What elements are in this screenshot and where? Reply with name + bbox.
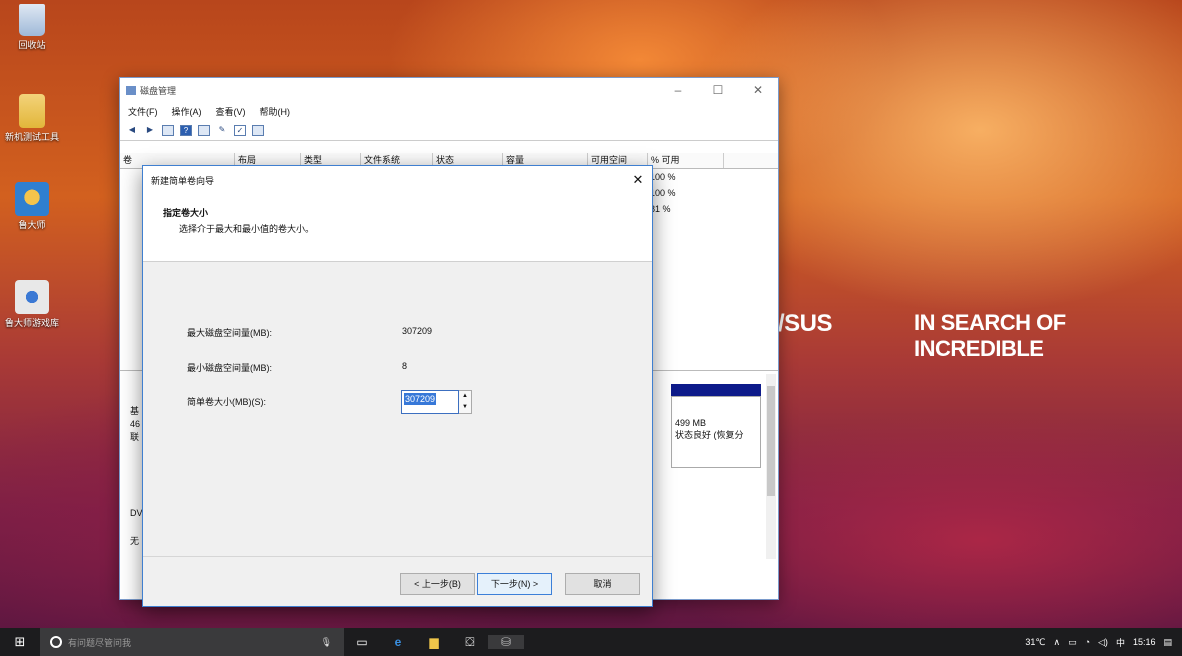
menu-help[interactable]: 帮助(H) bbox=[260, 105, 291, 118]
brand-logo: /SUS bbox=[778, 310, 833, 337]
menu-view[interactable]: 查看(V) bbox=[216, 105, 246, 118]
network-icon[interactable]: ◔ bbox=[1085, 637, 1090, 647]
system-tray: 31℃ ∧ ▭ ◔ ◁) 中 15:16 ▤ bbox=[1025, 636, 1182, 649]
clock[interactable]: 15:16 bbox=[1133, 637, 1156, 648]
menu-file[interactable]: 文件(F) bbox=[128, 105, 158, 118]
view-icon[interactable] bbox=[162, 125, 174, 136]
pct-cell: 100 % bbox=[650, 188, 676, 198]
disk-label: 联 bbox=[130, 432, 140, 442]
desktop-icon-ludashi-games[interactable]: 鲁大师游戏库 bbox=[2, 280, 62, 329]
search-placeholder: 有问题尽管问我 bbox=[68, 637, 132, 648]
disk-label: 基 bbox=[130, 406, 140, 416]
next-button[interactable]: 下一步(N) > bbox=[477, 573, 552, 595]
check-icon[interactable]: ✓ bbox=[234, 125, 246, 136]
partition-size: 499 MB bbox=[675, 418, 707, 428]
dvd-label: 无 bbox=[130, 536, 140, 546]
properties-icon[interactable]: ✎ bbox=[216, 125, 228, 136]
toolbar: ◀ ▶ ? ✎ ✓ bbox=[120, 121, 778, 141]
window-titlebar: 磁盘管理 – ☐ ✕ bbox=[120, 78, 778, 102]
wizard-header: 指定卷大小 选择介于最大和最小值的卷大小。 bbox=[143, 194, 652, 262]
menu-bar: 文件(F) 操作(A) 查看(V) 帮助(H) bbox=[120, 102, 778, 121]
edge-icon[interactable]: e bbox=[380, 635, 416, 649]
brand-tagline: IN SEARCH OF INCREDIBLE bbox=[914, 310, 1066, 361]
pct-cell: 81 % bbox=[650, 204, 671, 214]
recovery-partition[interactable]: 499 MB 状态良好 (恢复分 bbox=[671, 396, 761, 468]
volume-size-value: 307209 bbox=[404, 393, 437, 405]
max-space-label: 最大磁盘空间量(MB): bbox=[187, 328, 272, 338]
menu-action[interactable]: 操作(A) bbox=[172, 105, 202, 118]
desktop-icon-label: 新机测试工具 bbox=[4, 132, 59, 142]
spin-up-icon[interactable]: ▲ bbox=[459, 391, 471, 402]
ime-indicator[interactable]: 中 bbox=[1116, 636, 1125, 649]
start-button[interactable]: ⊞ bbox=[0, 634, 40, 650]
dvd-label: DV bbox=[130, 508, 143, 518]
volume-size-stepper: 307209 ▲ ▼ bbox=[401, 390, 473, 414]
desktop-icon-ludashi[interactable]: 鲁大师 bbox=[2, 182, 62, 231]
wizard-title: 新建简单卷向导 bbox=[151, 175, 215, 186]
chevron-up-icon[interactable]: ∧ bbox=[1053, 637, 1060, 648]
volume-size-label: 简单卷大小(MB)(S): bbox=[187, 397, 266, 407]
battery-icon[interactable]: ▭ bbox=[1068, 637, 1077, 648]
vertical-scrollbar[interactable] bbox=[766, 374, 776, 559]
column-header[interactable]: % 可用 bbox=[648, 153, 724, 168]
wizard-close-icon[interactable]: ✕ bbox=[624, 172, 652, 188]
gamepad-icon bbox=[15, 280, 49, 314]
taskbar: ⊞ 有问题尽管问我 🎙︎ ▭ e ▆ ⛋ ⛁ 31℃ ∧ ▭ ◔ ◁) 中 15… bbox=[0, 628, 1182, 656]
new-simple-volume-wizard: 新建简单卷向导 ✕ 指定卷大小 选择介于最大和最小值的卷大小。 最大磁盘空间量(… bbox=[142, 165, 653, 607]
close-button[interactable]: ✕ bbox=[738, 83, 778, 97]
scrollbar-thumb[interactable] bbox=[767, 386, 775, 496]
wizard-button-bar: < 上一步(B) 下一步(N) > 取消 bbox=[143, 556, 652, 606]
desktop-icon-label: 鲁大师 bbox=[18, 220, 46, 230]
window-title: 磁盘管理 bbox=[140, 85, 177, 96]
partition-status: 状态良好 (恢复分 bbox=[675, 430, 744, 440]
desktop-icon-label: 回收站 bbox=[18, 40, 46, 50]
notification-icon[interactable]: ▤ bbox=[1163, 637, 1172, 648]
desktop-icon-test-tool[interactable]: 新机测试工具 bbox=[2, 94, 62, 143]
maximize-button[interactable]: ☐ bbox=[698, 83, 738, 97]
desktop-icon-label: 鲁大师游戏库 bbox=[4, 318, 59, 328]
spin-down-icon[interactable]: ▼ bbox=[459, 402, 471, 413]
clock-time: 15:16 bbox=[1132, 636, 1156, 647]
panel-icon[interactable] bbox=[252, 125, 264, 136]
task-view-icon[interactable]: ▭ bbox=[344, 635, 380, 649]
partition-bar bbox=[671, 384, 761, 396]
file-explorer-icon[interactable]: ▆ bbox=[416, 635, 452, 649]
ludashi-icon bbox=[15, 182, 49, 216]
volume-size-input[interactable]: 307209 bbox=[401, 390, 459, 414]
max-space-value: 307209 bbox=[402, 326, 433, 336]
min-space-value: 8 bbox=[402, 361, 408, 371]
weather-temp[interactable]: 31℃ bbox=[1025, 637, 1045, 648]
volume-icon[interactable]: ◁) bbox=[1098, 637, 1108, 648]
back-button[interactable]: < 上一步(B) bbox=[400, 573, 475, 595]
disk-mgmt-app-icon bbox=[126, 85, 136, 95]
pct-cell: 100 % bbox=[650, 172, 676, 182]
help-icon[interactable]: ? bbox=[180, 125, 192, 136]
disk-mgmt-taskbar-icon[interactable]: ⛁ bbox=[488, 635, 524, 649]
wizard-titlebar: 新建简单卷向导 ✕ bbox=[143, 166, 652, 194]
list-icon[interactable] bbox=[198, 125, 210, 136]
disk-label: 46 bbox=[130, 419, 141, 429]
minimize-button[interactable]: – bbox=[658, 83, 698, 97]
microphone-icon[interactable]: 🎙︎ bbox=[321, 637, 332, 648]
wizard-step-title: 指定卷大小 bbox=[163, 208, 209, 218]
cortana-search-box[interactable]: 有问题尽管问我 🎙︎ bbox=[40, 628, 344, 656]
recycle-bin-icon bbox=[19, 4, 45, 36]
min-space-label: 最小磁盘空间量(MB): bbox=[187, 363, 272, 373]
cancel-button[interactable]: 取消 bbox=[565, 573, 640, 595]
windows-logo-icon: ⊞ bbox=[14, 634, 26, 649]
cortana-icon bbox=[50, 636, 62, 648]
wizard-step-desc: 选择介于最大和最小值的卷大小。 bbox=[179, 224, 315, 234]
store-icon[interactable]: ⛋ bbox=[452, 635, 488, 650]
forward-icon[interactable]: ▶ bbox=[144, 125, 156, 136]
back-icon[interactable]: ◀ bbox=[126, 125, 138, 136]
desktop-icon-recycle-bin[interactable]: 回收站 bbox=[2, 4, 62, 51]
folder-icon bbox=[19, 94, 45, 128]
